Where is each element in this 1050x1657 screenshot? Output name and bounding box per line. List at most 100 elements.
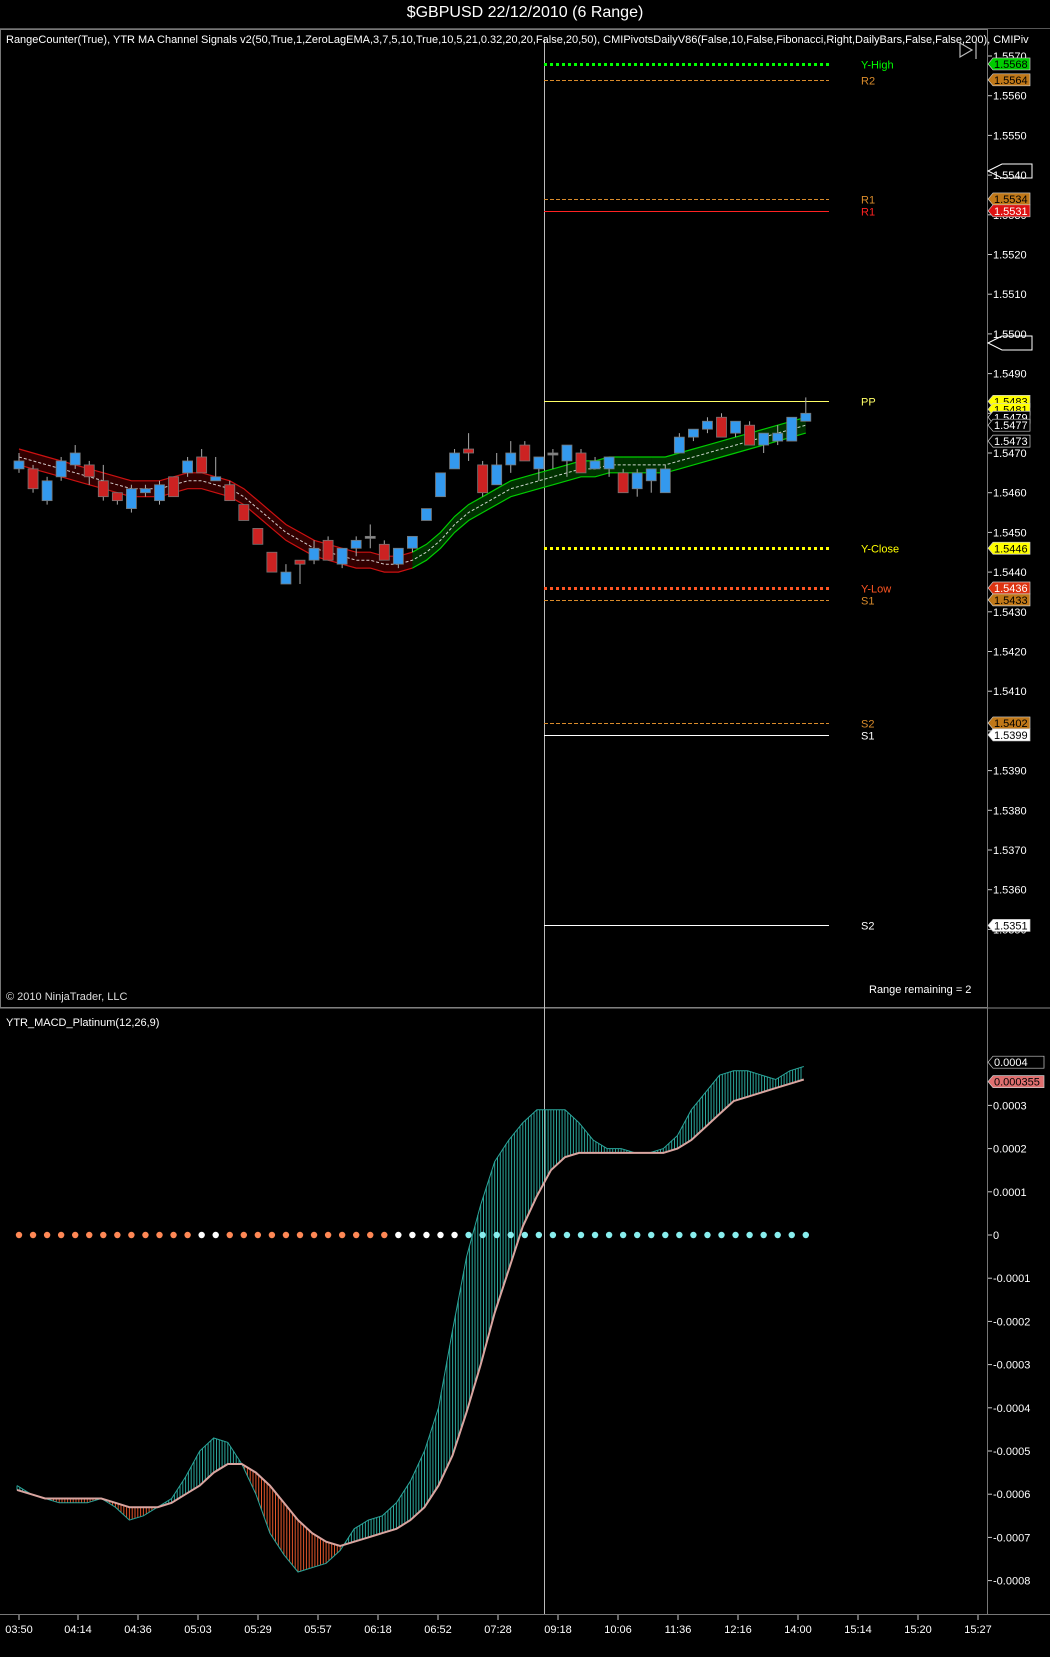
price-tick-label: 1.5510 xyxy=(993,289,1027,301)
time-tick-label: 12:16 xyxy=(724,1624,752,1636)
time-axis[interactable]: 03:50 04:14 04:36 05:03 05:29 05:57 06:18 06:52… xyxy=(5,1615,992,1636)
price-tick-label: 1.5420 xyxy=(993,647,1027,659)
candle-body xyxy=(406,535,418,549)
pivot-levels: Y-HighR2R1R1PPY-CloseY-LowS1S2S1S2 xyxy=(544,60,899,933)
candle-body xyxy=(83,464,95,478)
candle-body xyxy=(730,420,741,434)
price-tag-label: 1.5402 xyxy=(994,718,1028,730)
price-tag-label: 1.5433 xyxy=(994,595,1028,607)
candle-body xyxy=(336,547,348,565)
pivot-label: Y-Close xyxy=(861,544,899,556)
candle-body xyxy=(744,424,755,446)
time-tick-label: 06:52 xyxy=(424,1624,452,1636)
price-tag-label: 1.5399 xyxy=(994,730,1028,742)
price-tag-label: 1.5564 xyxy=(994,75,1028,87)
candle-body xyxy=(140,488,151,494)
zero-dot xyxy=(718,1231,725,1239)
zero-dot xyxy=(240,1231,247,1239)
zero-dot xyxy=(72,1231,79,1239)
zero-dot xyxy=(268,1231,276,1239)
zero-dot xyxy=(423,1231,430,1239)
zero-dot xyxy=(100,1231,107,1239)
zero-dot xyxy=(212,1231,219,1239)
candle-body xyxy=(631,472,643,490)
macd-tick-label: -0.0006 xyxy=(993,1489,1030,1501)
candle-body xyxy=(645,468,657,482)
candle-body xyxy=(519,444,531,462)
price-panel[interactable]: Y-HighR2R1R1PPY-CloseY-LowS1S2S1S2 1.557… xyxy=(13,51,1031,936)
price-tick-label: 1.5370 xyxy=(993,845,1027,857)
candle-body xyxy=(435,472,446,498)
zero-dot xyxy=(254,1231,262,1239)
candle-body xyxy=(210,476,222,482)
time-tick-label: 03:50 xyxy=(5,1624,33,1636)
pivot-label: R1 xyxy=(861,195,875,207)
zero-dot xyxy=(367,1231,374,1239)
zero-dot xyxy=(732,1231,739,1239)
time-tick-label: 05:03 xyxy=(184,1624,212,1636)
time-tick-label: 06:18 xyxy=(364,1624,392,1636)
pivot-label: S2 xyxy=(861,921,874,933)
pivot-label: Y-High xyxy=(861,60,894,72)
macd-tick-label: -0.0001 xyxy=(993,1273,1030,1285)
zero-dot xyxy=(704,1231,711,1239)
price-tick-label: 1.5460 xyxy=(993,488,1027,500)
macd-tick-label: -0.0004 xyxy=(993,1403,1030,1415)
macd-tags: 0.0004 0.000355 xyxy=(987,1055,1045,1089)
price-tag-label: 1.5568 xyxy=(994,59,1028,71)
zero-dot xyxy=(282,1231,290,1239)
chart-canvas[interactable]: Y-HighR2R1R1PPY-CloseY-LowS1S2S1S2 1.557… xyxy=(0,29,1050,1657)
pivot-label: S1 xyxy=(861,596,874,608)
candle-body xyxy=(477,464,489,494)
candle-body xyxy=(13,460,25,470)
zero-dot xyxy=(324,1231,332,1239)
price-tag-label: 1.5436 xyxy=(994,583,1028,595)
zero-dot xyxy=(619,1231,627,1239)
candle-body xyxy=(182,460,194,474)
signal-line xyxy=(16,1078,805,1548)
zero-dot xyxy=(395,1231,402,1239)
candle-body xyxy=(463,448,475,454)
macd-axis[interactable]: 0.0003 0.0002 0.0001 0 -0.0001 -0.0002 -0.0003… xyxy=(988,1100,1030,1588)
macd-tick-label: -0.0007 xyxy=(993,1532,1030,1544)
macd-panel[interactable]: YTR_MACD_Platinum(12,26,9) 0.00030.00020… xyxy=(6,1017,1045,1588)
indicator-label: RangeCounter(True), YTR MA Channel Signa… xyxy=(6,34,1029,46)
zero-dot xyxy=(634,1231,641,1239)
candle-body xyxy=(702,420,713,430)
candle-body xyxy=(111,492,123,502)
pivot-label: R1 xyxy=(861,207,875,219)
range-remaining-label: Range remaining = 2 xyxy=(869,984,971,996)
price-tick-label: 1.5360 xyxy=(993,885,1027,897)
price-tick-label: 1.5390 xyxy=(993,766,1027,778)
time-tick-label: 11:36 xyxy=(665,1624,692,1636)
zero-dot xyxy=(114,1231,121,1239)
zero-dot xyxy=(648,1231,655,1239)
time-tick-label: 14:00 xyxy=(784,1624,812,1636)
candle-body xyxy=(154,484,165,502)
candle-body xyxy=(589,460,601,470)
zero-dot xyxy=(577,1231,585,1239)
price-tag-label: 1.5477 xyxy=(994,420,1028,432)
channel-fill xyxy=(271,512,286,541)
price-tick-label: 1.5560 xyxy=(993,91,1027,103)
zero-dot xyxy=(142,1231,149,1239)
candle-body xyxy=(224,484,236,502)
zero-dot xyxy=(15,1231,23,1239)
pivot-label: S2 xyxy=(861,719,874,731)
price-tag-label: 1.5534 xyxy=(994,194,1028,206)
price-axis[interactable]: 1.55701.55601.55501.55401.55301.55201.55… xyxy=(988,51,1027,936)
time-tick-label: 05:29 xyxy=(244,1624,272,1636)
macd-histogram xyxy=(16,1067,802,1572)
macd-tag-label: 0.0004 xyxy=(994,1057,1028,1069)
price-tag-label: 1.5531 xyxy=(994,206,1028,218)
zero-dot xyxy=(521,1231,528,1239)
window-title: $GBPUSD 22/12/2010 (6 Range) xyxy=(0,0,1050,29)
candle-body xyxy=(688,428,699,438)
zero-dot xyxy=(451,1231,458,1239)
zero-dot xyxy=(57,1231,65,1239)
candle-body xyxy=(126,488,137,509)
candle-body xyxy=(308,547,320,561)
macd-tick-label: 0.0002 xyxy=(993,1144,1027,1156)
macd-tick-label: -0.0002 xyxy=(993,1316,1030,1328)
candle-body xyxy=(69,452,81,466)
